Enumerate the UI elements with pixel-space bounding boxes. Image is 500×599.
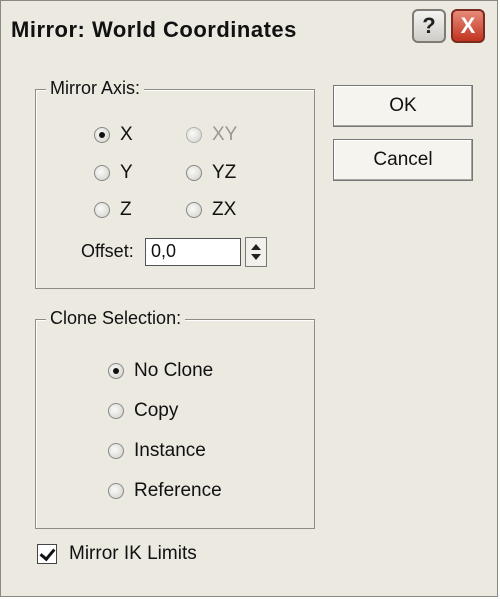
clone-radio-copy[interactable]: Copy bbox=[108, 400, 178, 422]
clone-radio-label: Instance bbox=[134, 440, 206, 461]
close-icon: X bbox=[460, 13, 476, 38]
axis-radio-label: Y bbox=[120, 162, 133, 183]
clone-radio-no-clone[interactable]: No Clone bbox=[108, 360, 213, 382]
mirror-ik-limits-checkbox[interactable] bbox=[37, 544, 57, 564]
axis-radio-x[interactable]: X bbox=[94, 124, 133, 146]
radio-icon bbox=[186, 202, 202, 218]
axis-radio-yz[interactable]: YZ bbox=[186, 162, 236, 184]
axis-radio-label: XY bbox=[212, 124, 238, 145]
clone-radio-label: Copy bbox=[134, 400, 179, 421]
mirror-ik-limits-label: Mirror IK Limits bbox=[69, 543, 197, 564]
title-bar[interactable]: Mirror: World Coordinates ? X bbox=[1, 1, 497, 61]
clone-selection-label: Clone Selection: bbox=[46, 308, 186, 329]
mirror-dialog: Mirror: World Coordinates ? X Mirror Axi… bbox=[0, 0, 498, 597]
cancel-button[interactable]: Cancel bbox=[333, 139, 473, 181]
close-button[interactable]: X bbox=[451, 9, 485, 43]
mirror-ik-limits-row[interactable]: Mirror IK Limits bbox=[37, 543, 197, 565]
ok-button[interactable]: OK bbox=[333, 85, 473, 127]
radio-icon bbox=[186, 165, 202, 181]
radio-icon bbox=[108, 363, 124, 379]
help-button[interactable]: ? bbox=[412, 9, 446, 43]
clone-selection-group: Clone Selection: No Clone Copy Instance … bbox=[35, 308, 315, 529]
offset-spinner[interactable] bbox=[245, 237, 267, 267]
axis-radio-xy[interactable]: XY bbox=[186, 124, 237, 146]
radio-icon bbox=[108, 403, 124, 419]
radio-icon bbox=[186, 127, 202, 143]
help-icon: ? bbox=[422, 13, 436, 38]
axis-radio-label: X bbox=[120, 124, 133, 145]
clone-radio-label: Reference bbox=[134, 480, 222, 501]
spinner-down-icon[interactable] bbox=[251, 254, 261, 260]
axis-radio-y[interactable]: Y bbox=[94, 162, 133, 184]
clone-radio-label: No Clone bbox=[134, 360, 214, 381]
offset-input[interactable]: 0,0 bbox=[145, 238, 241, 266]
axis-radio-label: YZ bbox=[212, 162, 237, 183]
offset-label: Offset: bbox=[81, 241, 134, 261]
axis-radio-z[interactable]: Z bbox=[94, 199, 132, 221]
spinner-up-icon[interactable] bbox=[251, 244, 261, 250]
radio-icon bbox=[94, 165, 110, 181]
clone-radio-instance[interactable]: Instance bbox=[108, 440, 206, 462]
mirror-axis-label: Mirror Axis: bbox=[46, 78, 144, 99]
radio-icon bbox=[94, 202, 110, 218]
clone-radio-reference[interactable]: Reference bbox=[108, 480, 222, 502]
axis-radio-label: ZX bbox=[212, 199, 237, 220]
radio-icon bbox=[108, 443, 124, 459]
radio-icon bbox=[94, 127, 110, 143]
axis-radio-zx[interactable]: ZX bbox=[186, 199, 236, 221]
axis-radio-label: Z bbox=[120, 199, 132, 220]
window-title: Mirror: World Coordinates bbox=[11, 17, 297, 42]
radio-icon bbox=[108, 483, 124, 499]
